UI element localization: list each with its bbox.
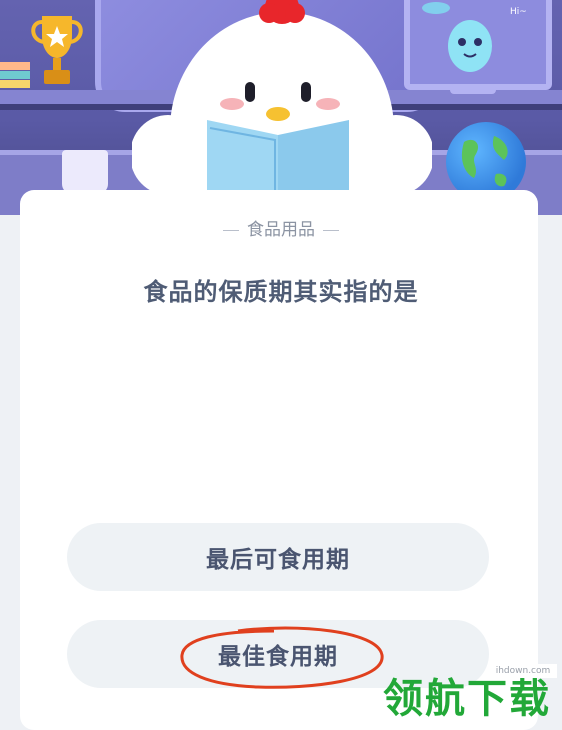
question-text: 食品的保质期其实指的是 [143,278,419,306]
header-illustration: Hi~ [0,0,562,215]
speech-bubble: Hi~ [510,7,527,17]
books-icon [0,62,30,88]
mug-icon [62,150,108,194]
divider-left [223,229,239,231]
watermark-url: ihdown.com [489,664,557,678]
monitor-stand [450,84,496,94]
category-label: 食品用品 [0,215,562,240]
trophy-icon [31,16,83,84]
divider-right [323,229,339,231]
answer-option-1[interactable]: 最后可食用期 [67,523,489,591]
category-text: 食品用品 [247,220,315,240]
chicken-mascot [132,0,432,215]
